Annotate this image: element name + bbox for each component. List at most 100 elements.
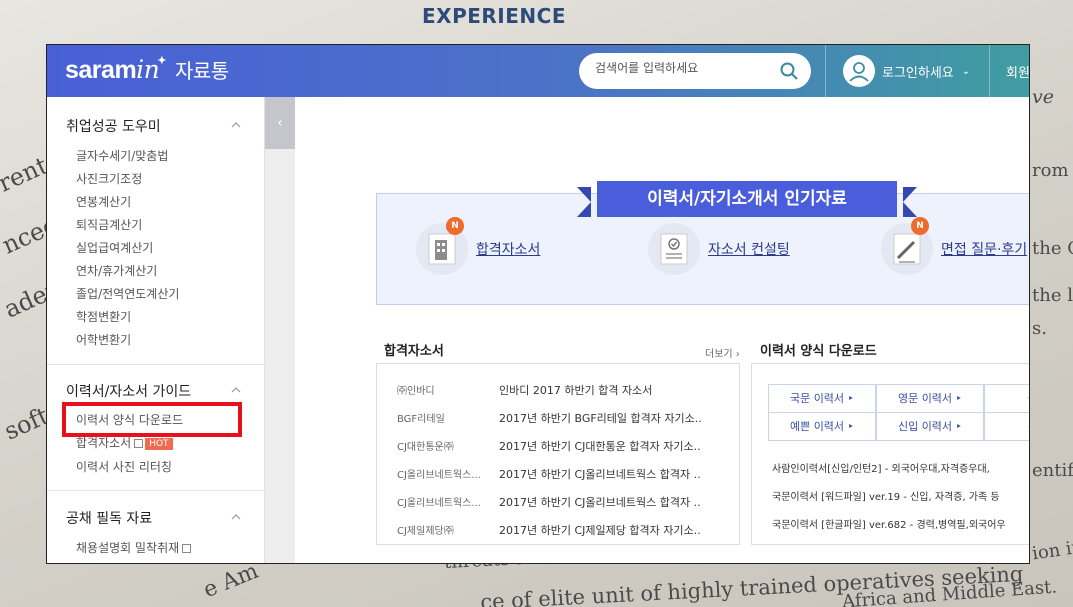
popular-item-essay-consulting[interactable]: 자소서 컨설팅 (648, 223, 790, 275)
resume-type-experienced[interactable]: 경력 (984, 412, 1029, 441)
chevron-up-icon[interactable] (231, 120, 241, 130)
site-header: saramin✦ 자료통 로그인하세요 ⌄ 회원 (47, 45, 1029, 97)
building-document-icon: N (416, 217, 468, 275)
site-logo[interactable]: saram in ✦ 자료통 (65, 55, 229, 85)
list-item[interactable]: CJ제일제당㈜ 2017년 하반기 CJ제일제당 합격자 자기소.. (397, 522, 714, 538)
sidebar-item-label: 채용설명회 밀착취재 (76, 541, 180, 555)
popular-item-passed-essays[interactable]: N 합격자소서 (416, 217, 540, 275)
list-item[interactable]: 국문이력서 [워드파일] ver.19 - 신입, 자격증, 가족 등 (772, 488, 1000, 503)
new-badge: N (446, 217, 464, 235)
ribbon-tail-left (577, 187, 591, 217)
chevron-up-icon[interactable] (231, 385, 241, 395)
popular-item-label[interactable]: 합격자소서 (476, 239, 540, 259)
background-text: entif (1032, 460, 1073, 481)
resume-download-title: 이력서 양식 다운로드 (760, 344, 877, 359)
sidebar: 취업성공 도우미 글자수세기/맞춤법 사진크기조정 연봉계산기 퇴직금계산기 실… (47, 97, 265, 563)
gutter (265, 149, 295, 563)
sidebar-item[interactable]: 실업급여계산기 (76, 239, 153, 256)
banner-title: 이력서/자기소개서 인기자료 (597, 181, 897, 217)
sidebar-item[interactable]: 졸업/전역연도계산기 (76, 285, 179, 302)
popular-item-interview[interactable]: N 면접 질문·후기 (881, 217, 1027, 275)
sidebar-item[interactable]: 글자수세기/맞춤법 (76, 147, 168, 164)
login-button[interactable]: 로그인하세요 ⌄ (843, 54, 970, 88)
external-link-icon (134, 439, 144, 448)
search-box (579, 53, 811, 89)
essay-title: 2017년 하반기 BGF리테일 합격자 자기소.. (499, 412, 702, 425)
hot-badge: HOT (145, 438, 173, 450)
background-text: s. (1032, 318, 1047, 339)
red-highlight-box (62, 402, 242, 437)
header-divider (825, 45, 826, 97)
section-divider (47, 490, 265, 491)
background-text: e Am (200, 558, 262, 604)
more-label: 더보기 (705, 349, 733, 360)
company-name: CJ제일제당㈜ (397, 526, 454, 537)
sidebar-item[interactable]: 연차/휴가계산기 (76, 262, 157, 279)
company-name: CJ올리브네트웍스... (397, 470, 481, 481)
logo-in: in (136, 55, 160, 84)
resume-type-pretty[interactable]: 예쁜 이력서 ‣ (768, 412, 876, 441)
browser-screenshot: saramin✦ 자료통 로그인하세요 ⌄ 회원 취업성공 도우미 글자수세기/맞… (46, 44, 1030, 564)
passed-essays-list: ㈜인바디 인바디 2017 하반기 합격 자소서 BGF리테일 2017년 하반기 … (376, 363, 740, 545)
background-heading: EXPERIENCE (422, 4, 566, 28)
logo-brand: saram (65, 56, 137, 84)
star-icon: ✦ (157, 55, 166, 67)
pen-document-icon: N (881, 217, 933, 275)
chevron-up-icon[interactable] (231, 512, 241, 522)
external-link-icon (182, 544, 192, 553)
checklist-icon (648, 223, 700, 275)
new-badge: N (911, 217, 929, 235)
company-name: ㈜인바디 (397, 386, 435, 397)
essay-title: 2017년 하반기 CJ대한통운 합격자 자기소.. (499, 440, 701, 453)
logo-subtitle: 자료통 (175, 59, 229, 83)
list-item[interactable]: CJ올리브네트웍스... 2017년 하반기 CJ올리브네트웍스 합격자 .. (397, 494, 714, 510)
passed-essays-title: 합격자소서 (384, 344, 444, 359)
list-item[interactable]: CJ올리브네트웍스... 2017년 하반기 CJ올리브네트웍스 합격자 .. (397, 466, 714, 482)
sidebar-item[interactable]: 학점변환기 (76, 308, 131, 325)
list-item[interactable]: ㈜인바디 인바디 2017 하반기 합격 자소서 (397, 382, 714, 398)
resume-type-korean[interactable]: 국문 이력서 ‣ (768, 384, 876, 413)
popular-item-label[interactable]: 자소서 컨설팅 (708, 239, 790, 259)
sidebar-item[interactable]: 어학변환기 (76, 331, 131, 348)
resume-type-english[interactable]: 영문 이력서 ‣ (876, 384, 984, 413)
section-title-resume-guide[interactable]: 이력서/자소서 가이드 (66, 381, 191, 401)
resume-download-panel: 국문 이력서 ‣ 영문 이력서 ‣ 중문 예쁜 이력서 ‣ 신입 이력서 ‣ 경… (751, 363, 1029, 545)
sidebar-item[interactable]: 이력서 사진 리터칭 (76, 458, 172, 475)
ribbon-tail-right (903, 187, 917, 217)
login-label: 로그인하세요 (882, 65, 954, 81)
search-input[interactable] (595, 61, 775, 75)
sidebar-item-label: 합격자소서 (76, 436, 132, 450)
essay-title: 2017년 하반기 CJ올리브네트웍스 합격자 .. (499, 468, 701, 481)
background-text: rom (1032, 160, 1069, 181)
section-title-recruitment-materials[interactable]: 공채 필독 자료 (66, 508, 152, 528)
company-name: CJ대한통운㈜ (397, 442, 454, 453)
header-divider (989, 45, 990, 97)
sidebar-item[interactable]: 퇴직금계산기 (76, 216, 142, 233)
background-text: ion in (1030, 536, 1073, 565)
search-icon[interactable] (779, 61, 799, 81)
background-text: the Cl (1032, 238, 1073, 259)
background-text: the lo (1032, 285, 1073, 306)
sidebar-collapse-button[interactable]: ‹ (265, 97, 295, 149)
sidebar-item-briefing-coverage[interactable]: 채용설명회 밀착취재 (76, 539, 192, 556)
sidebar-item[interactable]: 사진크기조정 (76, 170, 142, 187)
background-text: ve (1032, 86, 1054, 108)
chevron-down-icon: ⌄ (961, 65, 971, 77)
section-divider (47, 364, 265, 365)
list-item[interactable]: 사람인이력서[신입/인턴2] - 외국어우대,자격증우대, (772, 460, 990, 475)
list-item[interactable]: BGF리테일 2017년 하반기 BGF리테일 합격자 자기소.. (397, 410, 714, 426)
list-item[interactable]: 국문이력서 [한글파일] ver.682 - 경력,병역필,외국어우 (772, 516, 1006, 531)
essay-title: 인바디 2017 하반기 합격 자소서 (499, 384, 653, 397)
company-name: BGF리테일 (397, 414, 445, 425)
section-title-career-helper[interactable]: 취업성공 도우미 (66, 116, 161, 136)
list-item[interactable]: CJ대한통운㈜ 2017년 하반기 CJ대한통운 합격자 자기소.. (397, 438, 714, 454)
popular-item-label[interactable]: 면접 질문·후기 (941, 239, 1027, 259)
sidebar-item[interactable]: 연봉계산기 (76, 193, 131, 210)
more-link[interactable]: 더보기 › (705, 345, 740, 360)
join-link[interactable]: 회원 (1006, 62, 1029, 81)
resume-type-entry[interactable]: 신입 이력서 ‣ (876, 412, 984, 441)
essay-title: 2017년 하반기 CJ올리브네트웍스 합격자 .. (499, 496, 701, 509)
company-name: CJ올리브네트웍스... (397, 498, 481, 509)
essay-title: 2017년 하반기 CJ제일제당 합격자 자기소.. (499, 524, 701, 537)
resume-type-chinese[interactable]: 중문 (984, 384, 1029, 413)
